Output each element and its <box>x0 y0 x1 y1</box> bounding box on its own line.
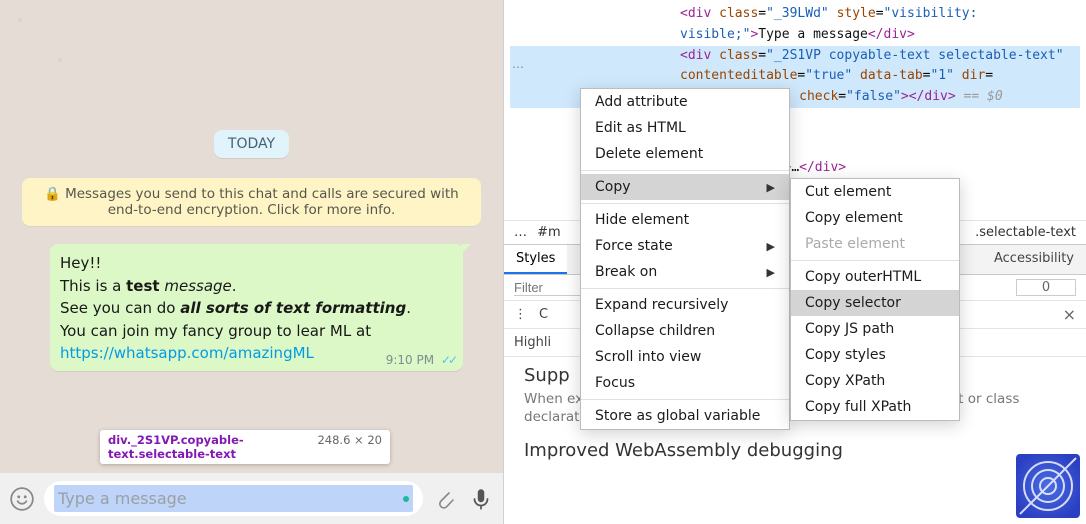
copy-submenu: Cut element Copy element Paste element C… <box>790 178 960 421</box>
cls-menu-icon[interactable]: ⋮ <box>514 307 527 322</box>
whatsapp-chat-pane: TODAY 🔒Messages you send to this chat an… <box>0 0 503 524</box>
date-chip: TODAY <box>214 130 289 158</box>
sub-paste-element: Paste element <box>791 231 959 257</box>
ctx-store-global[interactable]: Store as global variable <box>581 403 789 429</box>
msg-meta: 9:10 PM ✓✓ <box>386 353 455 367</box>
sub-copy-jspath[interactable]: Copy JS path <box>791 316 959 342</box>
ctx-collapse-children[interactable]: Collapse children <box>581 318 789 344</box>
msg-time: 9:10 PM <box>386 353 434 367</box>
double-check-icon: ✓✓ <box>441 353 455 367</box>
chevron-right-icon: ▶ <box>767 266 775 279</box>
inspect-tooltip: div._2S1VP.copyable-text.selectable-text… <box>100 430 390 464</box>
ctx-break-on[interactable]: Break on▶ <box>581 259 789 285</box>
msg-line-4: You can join my fancy group to lear ML a… <box>60 320 455 343</box>
msg-line-2: This is a test message. <box>60 275 455 298</box>
msg-line-3: See you can do all sorts of text formatt… <box>60 297 455 320</box>
chevron-right-icon: ▶ <box>767 240 775 253</box>
ctx-scroll-into-view[interactable]: Scroll into view <box>581 344 789 370</box>
sub-cut-element[interactable]: Cut element <box>791 179 959 205</box>
ctx-edit-as-html[interactable]: Edit as HTML <box>581 115 789 141</box>
chevron-right-icon: ▶ <box>767 181 775 194</box>
encryption-banner[interactable]: 🔒Messages you send to this chat and call… <box>22 178 481 226</box>
close-icon[interactable]: × <box>1063 305 1076 324</box>
elements-context-menu: Add attribute Edit as HTML Delete elemen… <box>580 88 790 430</box>
sub-copy-full-xpath[interactable]: Copy full XPath <box>791 394 959 420</box>
tooltip-dimensions: 248.6 × 20 <box>317 433 382 447</box>
ctx-force-state[interactable]: Force state▶ <box>581 233 789 259</box>
cls-label: C <box>539 307 548 322</box>
message-input[interactable]: Type a message <box>44 481 423 516</box>
ctx-copy[interactable]: Copy▶ <box>581 174 789 200</box>
msg-line-1: Hey!! <box>60 252 455 275</box>
ctx-delete-element[interactable]: Delete element <box>581 141 789 167</box>
sub-copy-styles[interactable]: Copy styles <box>791 342 959 368</box>
message-placeholder: Type a message <box>58 489 409 508</box>
tooltip-selector: div._2S1VP.copyable-text.selectable-text <box>108 433 309 461</box>
sub-copy-outerhtml[interactable]: Copy outerHTML <box>791 264 959 290</box>
composer-bar: Type a message <box>0 473 503 524</box>
wn-title-2: Improved WebAssembly debugging <box>524 440 1066 461</box>
sub-copy-element[interactable]: Copy element <box>791 205 959 231</box>
sub-copy-selector[interactable]: Copy selector <box>791 290 959 316</box>
ctx-add-attribute[interactable]: Add attribute <box>581 89 789 115</box>
mic-icon[interactable] <box>467 485 495 513</box>
ctx-focus[interactable]: Focus <box>581 370 789 396</box>
lock-icon: 🔒 <box>44 186 61 202</box>
ctx-expand-recursively[interactable]: Expand recursively <box>581 292 789 318</box>
sub-copy-xpath[interactable]: Copy XPath <box>791 368 959 394</box>
gutter-dots-icon[interactable]: ⋯ <box>512 60 524 74</box>
emoji-icon[interactable] <box>8 485 36 513</box>
tab-styles[interactable]: Styles <box>504 245 567 274</box>
chat-content: TODAY 🔒Messages you send to this chat an… <box>0 0 503 473</box>
outgoing-message-bubble[interactable]: Hey!! This is a test message. See you ca… <box>50 244 463 371</box>
number-stepper[interactable]: 0 <box>1016 279 1076 296</box>
attach-icon[interactable] <box>431 485 459 513</box>
tab-accessibility[interactable]: Accessibility <box>982 245 1086 274</box>
encryption-text: Messages you send to this chat and calls… <box>65 186 459 218</box>
bubble-tail <box>461 244 471 254</box>
ctx-hide-element[interactable]: Hide element <box>581 207 789 233</box>
devtools-logo <box>1016 454 1080 518</box>
